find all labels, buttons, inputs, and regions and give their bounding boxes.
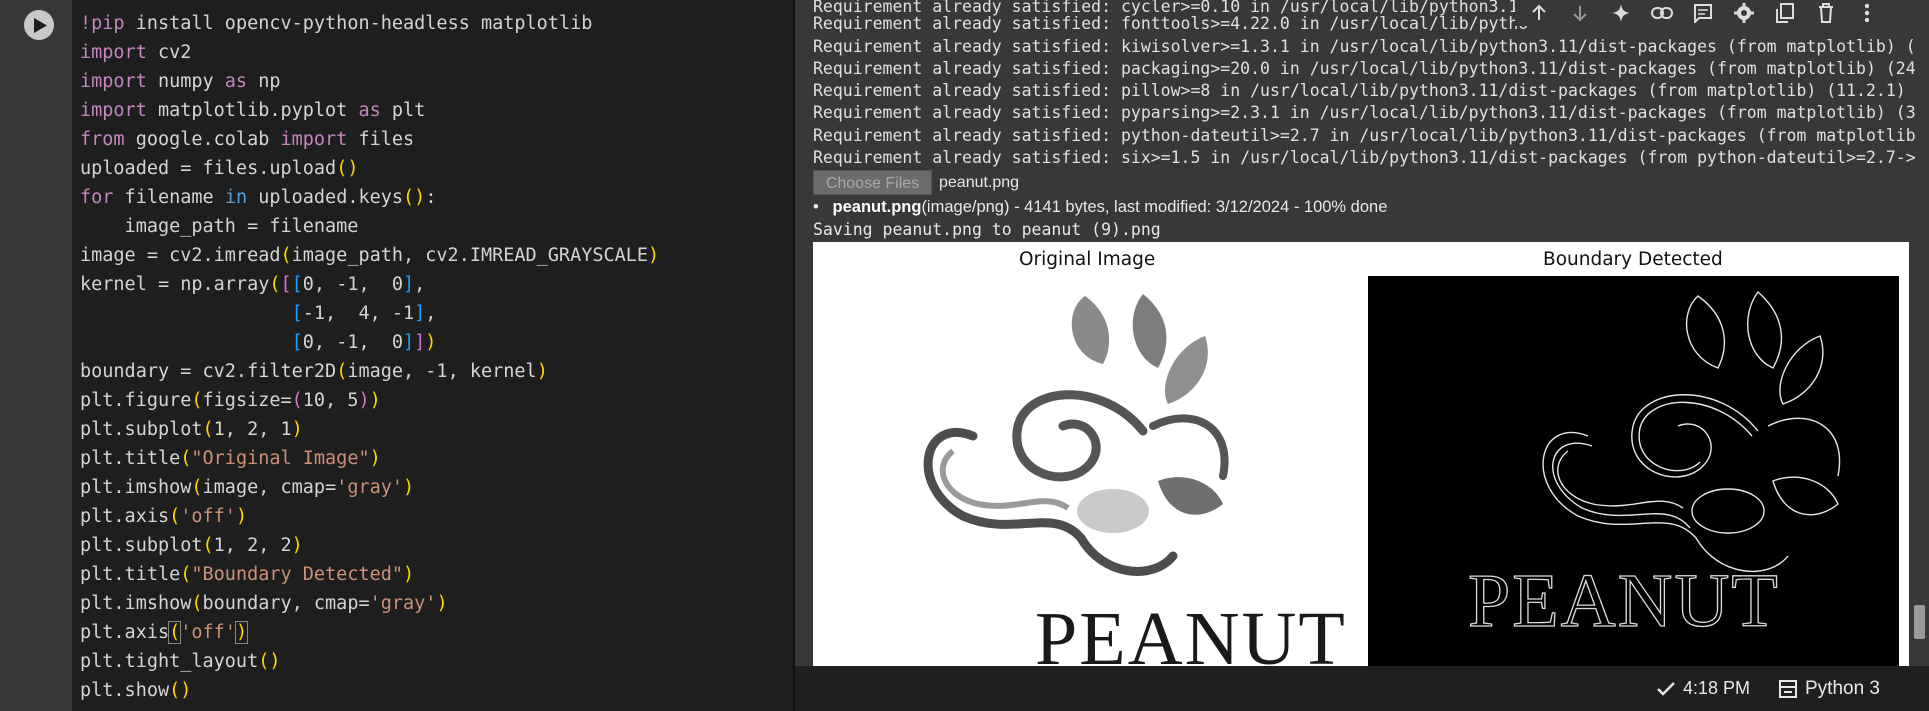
code-line: plt.tight_layout() xyxy=(80,651,281,672)
code-line: plt.show() xyxy=(80,680,192,701)
code-line: plt.imshow(boundary, cmap='gray') xyxy=(80,593,448,614)
code-line: from google.colab import files xyxy=(80,129,415,150)
boundary-image-graphic: PEANUT xyxy=(1467,290,1841,644)
code-line: plt.title("Boundary Detected") xyxy=(80,564,415,585)
code-line: kernel = np.array([[0, -1, 0], xyxy=(80,274,426,295)
cell-output: Requirement already satisfied: cycler>=0… xyxy=(795,0,1929,666)
original-image: PEANUT xyxy=(923,294,1347,666)
code-line: [-1, 4, -1], xyxy=(291,303,437,324)
code-line: image = cv2.imread(image_path, cv2.IMREA… xyxy=(80,245,660,266)
code-line: import cv2 xyxy=(80,42,192,63)
pip-output-line: Requirement already satisfied: packaging… xyxy=(813,59,1916,78)
upload-file-info: • peanut.png(image/png) - 4141 bytes, la… xyxy=(813,196,1387,218)
execution-status: 4:18 PM xyxy=(1657,666,1750,711)
status-bar: 4:18 PM Python 3 xyxy=(795,666,1929,711)
code-line: [0, -1, 0]]) xyxy=(291,332,437,353)
pip-output-line: Requirement already satisfied: kiwisolve… xyxy=(813,37,1916,56)
code-line: import matplotlib.pyplot as plt xyxy=(80,100,426,121)
code-line: plt.subplot(1, 2, 2) xyxy=(80,535,303,556)
cell-toolbar xyxy=(1515,0,1905,26)
run-cell-button[interactable] xyxy=(24,10,54,40)
check-icon xyxy=(1657,681,1675,696)
output-scrollbar[interactable] xyxy=(1914,605,1925,639)
runtime-label: Python 3 xyxy=(1805,678,1880,699)
comment-icon[interactable] xyxy=(1689,0,1717,26)
code-line: plt.axis('off') xyxy=(80,506,248,527)
more-vert-icon[interactable] xyxy=(1853,0,1881,26)
code-line: image_path = filename xyxy=(80,216,359,237)
runtime-indicator[interactable]: Python 3 xyxy=(1779,666,1880,711)
link-icon[interactable] xyxy=(1648,0,1676,26)
code-line: plt.axis('off') xyxy=(80,621,249,644)
code-line: boundary = cv2.filter2D(image, -1, kerne… xyxy=(80,361,548,382)
play-icon xyxy=(34,18,47,33)
mirror-cell-icon[interactable] xyxy=(1771,0,1799,26)
arrow-down-icon[interactable] xyxy=(1566,0,1594,26)
execution-time: 4:18 PM xyxy=(1683,678,1751,698)
matplotlib-figure: Original Image Boundary Detected PEANUT xyxy=(813,242,1909,666)
pip-output-line: Requirement already satisfied: pyparsing… xyxy=(813,103,1916,122)
runtime-icon xyxy=(1779,679,1797,698)
sparkle-icon[interactable] xyxy=(1607,0,1635,26)
choose-files-button[interactable]: Choose Files xyxy=(813,170,932,195)
saving-message: Saving peanut.png to peanut (9).png xyxy=(813,220,1161,239)
code-line: plt.title("Original Image") xyxy=(80,448,381,469)
uploaded-file-details: (image/png) - 4141 bytes, last modified:… xyxy=(921,198,1388,216)
gear-icon[interactable] xyxy=(1730,0,1758,26)
code-line: plt.imshow(image, cmap='gray') xyxy=(80,477,415,498)
code-line: for filename in uploaded.keys(): xyxy=(80,187,437,208)
arrow-up-icon[interactable] xyxy=(1525,0,1553,26)
pip-output-line: Requirement already satisfied: six>=1.5 … xyxy=(813,148,1916,167)
figure-title-original: Original Image xyxy=(1019,249,1156,270)
code-line: import numpy as np xyxy=(80,71,281,92)
original-logo-text: PEANUT xyxy=(1035,597,1347,666)
boundary-image: PEANUT xyxy=(1368,276,1899,666)
code-line: plt.subplot(1, 2, 1) xyxy=(80,419,303,440)
code-line: plt.figure(figsize=(10, 5)) xyxy=(80,390,381,411)
code-line: !pip install opencv-python-headless matp… xyxy=(80,13,593,34)
pip-output-line: Requirement already satisfied: python-da… xyxy=(813,126,1916,145)
bullet: • xyxy=(813,198,833,216)
uploaded-file-name: peanut.png xyxy=(832,198,922,216)
pip-output-line: Requirement already satisfied: pillow>=8… xyxy=(813,81,1906,100)
boundary-logo-text: PEANUT xyxy=(1468,559,1780,643)
code-line: uploaded = files.upload() xyxy=(80,158,359,179)
trash-icon[interactable] xyxy=(1812,0,1840,26)
figure-title-boundary: Boundary Detected xyxy=(1543,249,1723,270)
code-editor[interactable]: !pip install opencv-python-headless matp… xyxy=(72,0,793,711)
cell-gutter xyxy=(0,0,72,711)
chosen-file-name: peanut.png xyxy=(939,174,1020,191)
pip-output-line: Requirement already satisfied: fonttools… xyxy=(813,14,1529,33)
